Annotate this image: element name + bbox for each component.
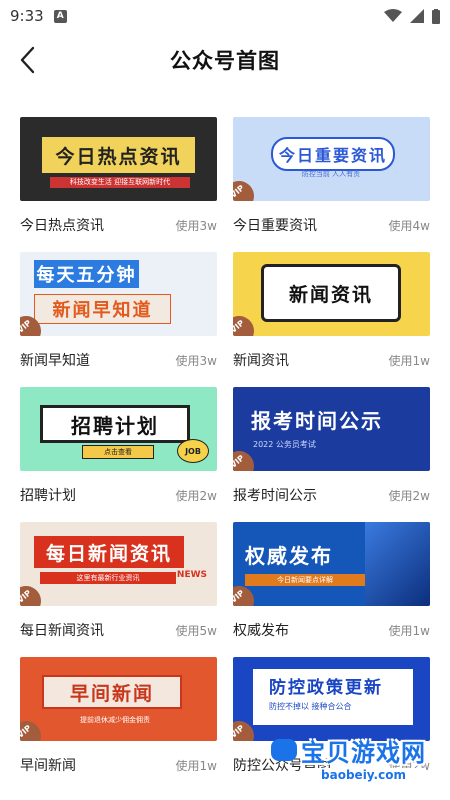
usage-count: 使用3w [175, 353, 217, 368]
status-bar: 9:33 A [0, 0, 450, 32]
vip-badge: VIP [20, 714, 48, 741]
usage-count: 使用2w [175, 488, 217, 503]
template-thumbnail: 防控政策更新 防控不掉以 接种合公合 VIP [233, 657, 430, 741]
banner-subtitle: 科技改变生活 迎接互联网新时代 [50, 177, 190, 188]
usage-count: 使用2w [388, 488, 430, 503]
vip-badge: VIP [233, 174, 261, 201]
banner-subtitle: 防控不掉以 接种合公合 [269, 702, 352, 711]
banner-title-line-1: 每天五分钟 [34, 260, 139, 288]
template-thumbnail: 权威发布 今日新闻要点详解 VIP [233, 522, 430, 606]
banner-title: 防控政策更新 [269, 678, 383, 698]
template-card[interactable]: 新闻资讯 VIP 新闻资讯 使用1w [233, 252, 430, 387]
banner-subtitle: 点击查看 [82, 445, 154, 459]
notification-icon: A [53, 9, 67, 23]
template-thumbnail: 今日重要资讯 防控当前 人人有责 VIP [233, 117, 430, 201]
template-name: 每日新闻资讯 [20, 623, 104, 639]
banner-title: 报考时间公示 [251, 409, 383, 433]
news-badge: NEWS [176, 570, 207, 580]
template-thumbnail: 今日热点资讯 科技改变生活 迎接互联网新时代 [20, 117, 217, 201]
template-name: 新闻早知道 [20, 353, 90, 369]
back-button[interactable] [18, 44, 48, 76]
usage-count: 使用1w [388, 623, 430, 638]
template-thumbnail: 新闻资讯 VIP [233, 252, 430, 336]
usage-count: 使用2w [388, 758, 430, 773]
page-title: 公众号首图 [170, 49, 280, 73]
battery-icon [432, 8, 440, 24]
template-name: 今日重要资讯 [233, 218, 317, 234]
banner-subtitle: 提前退休减少佣金佣责 [80, 716, 150, 724]
wifi-icon [384, 9, 402, 22]
template-card[interactable]: 每日新闻资讯 这里有最新行业资讯 NEWS VIP 每日新闻资讯 使用5w [20, 522, 217, 657]
template-name: 报考时间公示 [233, 488, 317, 504]
banner-subtitle: 今日新闻要点详解 [245, 574, 365, 586]
banner-title: 招聘计划 [40, 405, 190, 443]
template-name: 防控公众号首图 [233, 758, 331, 774]
banner-title: 每日新闻资讯 [34, 536, 184, 568]
chevron-left-icon [20, 46, 35, 74]
status-time: 9:33 [10, 7, 44, 25]
template-thumbnail: 报考时间公示 2022 公务员考试 VIP [233, 387, 430, 471]
banner-title: 新闻资讯 [261, 264, 401, 322]
vip-badge: VIP [233, 309, 261, 336]
template-card[interactable]: 招聘计划 点击查看 JOB 招聘计划 使用2w [20, 387, 217, 522]
template-name: 权威发布 [233, 623, 289, 639]
banner-subtitle: 这里有最新行业资讯 [40, 572, 176, 584]
banner-title: 权威发布 [245, 544, 333, 568]
banner-title: 今日重要资讯 [271, 137, 395, 171]
template-thumbnail: 每天五分钟 新闻早知道 VIP [20, 252, 217, 336]
usage-count: 使用3w [175, 218, 217, 233]
template-card[interactable]: 今日热点资讯 科技改变生活 迎接互联网新时代 今日热点资讯 使用3w [20, 117, 217, 252]
template-card[interactable]: 防控政策更新 防控不掉以 接种合公合 VIP 防控公众号首图 使用2w [233, 657, 430, 792]
template-card[interactable]: 报考时间公示 2022 公务员考试 VIP 报考时间公示 使用2w [233, 387, 430, 522]
banner-subtitle: 防控当前 人人有责 [301, 170, 361, 178]
template-thumbnail: 招聘计划 点击查看 JOB [20, 387, 217, 471]
usage-count: 使用1w [175, 758, 217, 773]
banner-subtitle: 2022 公务员考试 [253, 440, 316, 449]
building-image [365, 522, 430, 606]
usage-count: 使用1w [388, 353, 430, 368]
template-thumbnail: 早间新闻 提前退休减少佣金佣责 VIP [20, 657, 217, 741]
signal-icon [410, 9, 424, 23]
template-card[interactable]: 权威发布 今日新闻要点详解 VIP 权威发布 使用1w [233, 522, 430, 657]
banner-title-line-2: 新闻早知道 [34, 294, 171, 324]
template-card[interactable]: 今日重要资讯 防控当前 人人有责 VIP 今日重要资讯 使用4w [233, 117, 430, 252]
banner-title: 今日热点资讯 [42, 137, 195, 173]
job-badge: JOB [177, 439, 209, 463]
template-card[interactable]: 每天五分钟 新闻早知道 VIP 新闻早知道 使用3w [20, 252, 217, 387]
template-name: 招聘计划 [20, 488, 76, 504]
nav-bar: 公众号首图 [0, 38, 450, 82]
banner-title: 早间新闻 [42, 675, 182, 709]
template-name: 今日热点资讯 [20, 218, 104, 234]
template-name: 早间新闻 [20, 758, 76, 774]
template-card[interactable]: 早间新闻 提前退休减少佣金佣责 VIP 早间新闻 使用1w [20, 657, 217, 792]
template-thumbnail: 每日新闻资讯 这里有最新行业资讯 NEWS VIP [20, 522, 217, 606]
usage-count: 使用5w [175, 623, 217, 638]
template-grid: 今日热点资讯 科技改变生活 迎接互联网新时代 今日热点资讯 使用3w 今日重要资… [20, 117, 430, 792]
usage-count: 使用4w [388, 218, 430, 233]
template-name: 新闻资讯 [233, 353, 289, 369]
